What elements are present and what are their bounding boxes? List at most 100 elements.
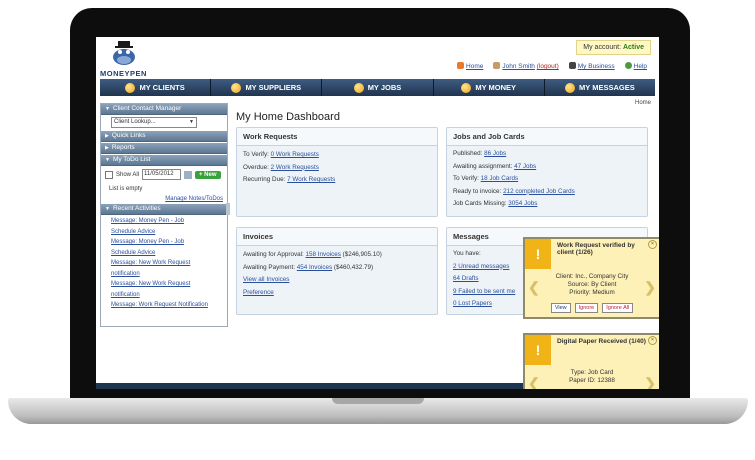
invoice-row: View all Invoices [237, 274, 437, 287]
activity-link[interactable]: Message: New Work Request [111, 258, 227, 269]
view-button[interactable]: View [550, 303, 571, 313]
page-title: My Home Dashboard [236, 111, 340, 123]
section-reports[interactable]: ▶ Reports [101, 143, 227, 154]
invoice-link[interactable]: 158 Invoices [306, 251, 341, 258]
invoice-row: Awaiting Payment: 454 Invoices ($460,432… [243, 263, 374, 271]
activity-link[interactable]: Schedule Advice [111, 248, 227, 259]
jobs-link[interactable]: 3054 Jobs [508, 200, 537, 207]
panel-title: Work Requests [237, 128, 437, 146]
notification-source: Source: By Client [567, 281, 617, 288]
jobs-row: Job Cards Missing: 3054 Jobs [453, 200, 538, 208]
account-status: My account: Active [576, 40, 651, 55]
section-todo-list[interactable]: ▼ My ToDo List [101, 155, 227, 166]
panel-title: Jobs and Job Cards [447, 128, 647, 146]
work-request-row: Overdue: 2 Work Requests [243, 163, 319, 171]
notification-count: (1/40) [628, 338, 646, 345]
chevron-right-icon[interactable]: ❯ [644, 376, 656, 389]
screen: MONEYPEN My account: Active Home John Sm… [96, 37, 659, 389]
expand-icon: ▼ [105, 157, 110, 163]
user-link[interactable]: John Smith [502, 63, 535, 70]
nav-my-jobs[interactable]: MY JOBS [322, 79, 434, 96]
business-link[interactable]: My Business [578, 63, 615, 70]
panel-title: Invoices [237, 228, 437, 246]
activity-link[interactable]: notification [111, 290, 227, 301]
activity-link[interactable]: Message: Money Pen - Job [111, 216, 227, 227]
nav-my-clients[interactable]: MY CLIENTS [100, 79, 212, 96]
jobs-link[interactable]: 212 completed Job Cards [503, 188, 575, 195]
nav-my-messages[interactable]: MY MESSAGES [545, 79, 655, 96]
business-icon [568, 62, 576, 69]
notification-priority: Priority: Medium [569, 289, 615, 296]
notification-client: Client: Inc., Company City [555, 273, 629, 280]
home-link[interactable]: Home [466, 63, 483, 70]
notification-card: ! Work Request verified by client (1/26)… [523, 237, 659, 319]
home-icon [457, 62, 465, 69]
todo-date-input[interactable]: 11/05/2012 [142, 169, 182, 180]
invoice-link[interactable]: 454 Invoices [297, 264, 332, 271]
chevron-right-icon[interactable]: ❯ [644, 280, 656, 294]
nav-my-money[interactable]: MY MONEY [434, 79, 545, 96]
activity-link[interactable]: notification [111, 269, 227, 280]
new-todo-button[interactable]: + New [195, 170, 221, 179]
activity-link[interactable]: Message: Money Pen - Job [111, 237, 227, 248]
jobs-row: Ready to invoice: 212 completed Job Card… [453, 187, 575, 195]
chevron-left-icon[interactable]: ❮ [528, 376, 540, 389]
todo-empty-text: List is empty [109, 186, 143, 192]
ignore-all-button[interactable]: Ignore All [602, 303, 634, 313]
jobs-icon [353, 82, 364, 93]
jobs-link[interactable]: 47 Jobs [514, 163, 536, 170]
ignore-button[interactable]: Ignore [574, 303, 599, 313]
activity-link[interactable]: Message: Work Request Notification [111, 300, 227, 311]
logout-link[interactable]: (logout) [537, 63, 559, 70]
account-status-value: Active [622, 44, 644, 51]
header: MONEYPEN My account: Active Home John Sm… [96, 37, 659, 81]
help-link[interactable]: Help [634, 63, 647, 70]
account-label: My account: [583, 44, 622, 51]
nav-my-suppliers[interactable]: MY SUPPLIERS [211, 79, 323, 96]
jobs-panel: Jobs and Job Cards Published: 86 Jobs Aw… [446, 127, 648, 217]
client-lookup-select[interactable]: Client Lookup... ▼ [111, 117, 197, 128]
work-request-row: To Verify: 0 Work Requests [243, 151, 319, 158]
messages-link[interactable]: 9 Failed to be sent me [453, 288, 515, 295]
messages-link[interactable]: 64 Drafts [453, 275, 479, 282]
sidebar-collapse-handle[interactable] [226, 203, 230, 215]
work-requests-panel: Work Requests To Verify: 0 Work Requests… [236, 127, 438, 217]
expand-icon: ▼ [105, 106, 110, 112]
show-all-checkbox[interactable] [105, 170, 113, 179]
view-all-invoices-link[interactable]: View all Invoices [243, 276, 289, 283]
messages-link[interactable]: 0 Lost Papers [453, 300, 492, 307]
work-request-link[interactable]: 7 Work Requests [287, 176, 335, 183]
section-recent-activities[interactable]: ▼ Recent Activities [101, 204, 227, 215]
invoice-row: Preference [237, 287, 437, 300]
jobs-row: To Verify: 18 Job Cards [453, 175, 519, 183]
logo[interactable]: MONEYPEN [100, 39, 150, 79]
manage-notes-link[interactable]: Manage Notes/ToDos [101, 196, 223, 202]
breadcrumb: Home [634, 100, 651, 106]
notification-title: Digital Paper Received [557, 338, 628, 345]
jobs-row: Published: 86 Jobs [453, 150, 507, 157]
messages-link[interactable]: 2 Unread messages [453, 263, 509, 270]
section-client-contact-manager[interactable]: ▼ Client Contact Manager [101, 104, 227, 115]
warning-icon: ! [525, 239, 551, 269]
calendar-icon[interactable] [184, 170, 193, 179]
chevron-left-icon[interactable]: ❮ [528, 280, 540, 294]
activity-link[interactable]: Schedule Advice [111, 227, 227, 238]
notification-title: Work Request verified by client [557, 242, 635, 256]
help-icon [624, 62, 632, 69]
invoice-row: Awaiting for Approval: 158 Invoices ($24… [243, 251, 382, 258]
section-quick-links[interactable]: ▶ Quick Links [101, 131, 227, 142]
activity-link[interactable]: Message: New Work Request [111, 279, 227, 290]
notification-count: (1/26) [575, 249, 593, 256]
close-icon[interactable]: × [648, 336, 657, 345]
hippo-logo-icon [113, 41, 135, 65]
warning-icon: ! [525, 335, 551, 365]
work-request-link[interactable]: 0 Work Requests [271, 151, 319, 158]
close-icon[interactable]: × [648, 240, 657, 249]
work-request-link[interactable]: 2 Work Requests [271, 164, 319, 171]
preference-link[interactable]: Preference [243, 289, 274, 296]
logo-text: MONEYPEN [100, 69, 147, 78]
jobs-link[interactable]: 18 Job Cards [481, 175, 518, 182]
jobs-link[interactable]: 86 Jobs [484, 150, 506, 157]
money-icon [461, 82, 472, 93]
work-request-row: Recurring Due: 7 Work Requests [243, 176, 336, 184]
